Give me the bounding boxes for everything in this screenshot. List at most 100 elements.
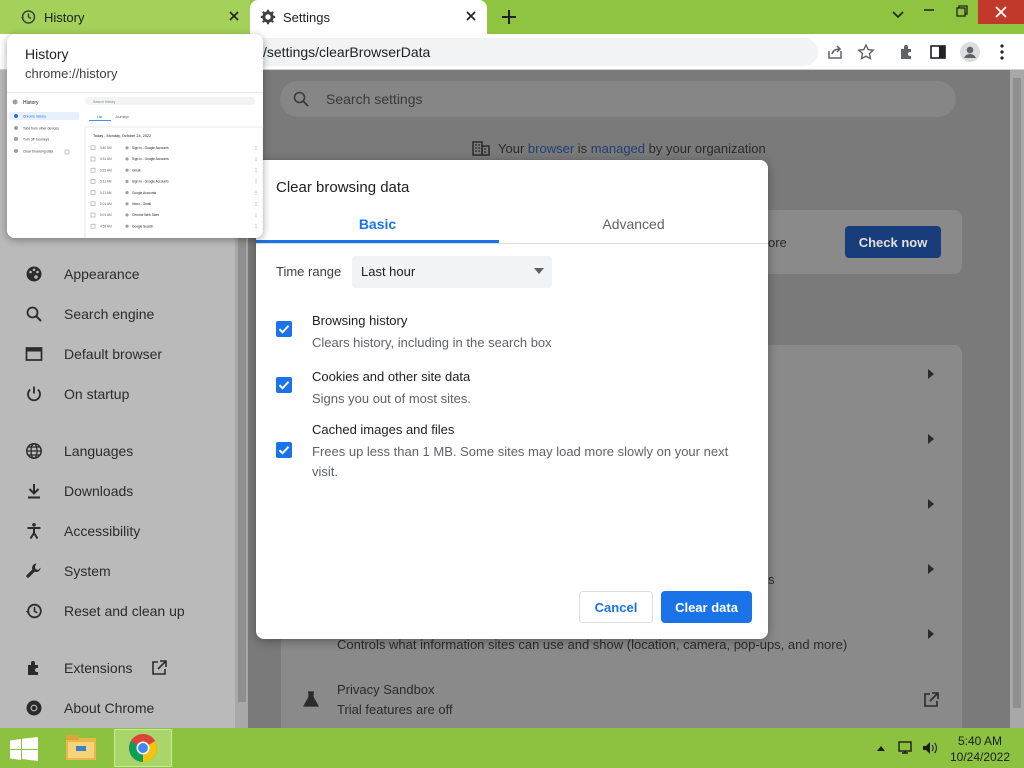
thumb-heading: History [23,100,39,106]
thumb-tab: List [97,115,102,119]
close-tab-icon[interactable] [465,10,477,22]
time-range-select[interactable]: Last hour [352,256,552,288]
cookies-checkbox[interactable] [276,377,292,393]
sidebar-item-label: Extensions [64,660,133,676]
clock-time[interactable]: 5:40 AM [952,734,1008,748]
sidebar-item-label: Downloads [64,483,134,499]
open-external-icon[interactable] [922,691,940,709]
chevron-right-icon[interactable] [928,629,934,639]
thumb-row-title: Inbox - Gmail [132,202,151,206]
sidebar-item-reset-and-clean-up[interactable]: Reset and clean up [0,591,248,631]
system-tray [874,740,940,756]
sidebar-item-extensions[interactable]: Extensions [0,648,248,688]
sidebar-item-label: On startup [64,386,130,402]
palette-icon [25,265,43,283]
safety-check-text: ore [768,235,787,250]
thumb-row-time: 5:11 AM [100,180,112,184]
sidebar-item-about-chrome[interactable]: About Chrome [0,688,248,728]
sidebar-item-label: Languages [64,443,134,459]
section-text: s [768,572,775,587]
privacy-sandbox-description: Trial features are off [337,702,453,717]
thumb-row-time: 5:21 AM [100,168,112,172]
new-tab-icon[interactable] [500,8,518,26]
sidebar-item-search-engine[interactable]: Search engine [0,294,248,334]
managed-text: Your [498,140,525,156]
cached-images-checkbox[interactable] [276,442,292,458]
sidebar-item-label: System [64,563,111,579]
side-panel-icon[interactable] [929,43,947,61]
history-icon [20,9,36,25]
sidebar-item-label: Accessibility [64,523,141,539]
chrome-taskbar-button[interactable] [114,729,172,767]
chevron-right-icon[interactable] [928,369,934,379]
sidebar-item-languages[interactable]: Languages [0,431,248,471]
tab-advanced[interactable]: Advanced [499,204,768,244]
chevron-right-icon[interactable] [928,434,934,444]
thumb-nav-item: Clear browsing data [23,150,53,154]
browsing-history-checkbox[interactable] [276,321,292,337]
bookmark-star-icon[interactable] [857,43,875,61]
sidebar-item-label: Search engine [64,306,155,322]
sidebar-item-accessibility[interactable]: Accessibility [0,511,248,551]
building-icon [472,140,490,156]
thumb-row-title: Google Search [132,224,153,228]
divider [256,243,768,244]
main-scrollbar-thumb[interactable] [1013,78,1021,708]
thumb-search: Search history [93,100,116,104]
windows-start-icon[interactable] [10,737,38,761]
thumb-row-time: 4:55 AM [100,224,112,228]
managed-link[interactable]: managed [591,141,645,156]
thumb-row-title: Google Accounts [132,191,157,195]
close-tab-icon[interactable] [228,10,240,22]
check-now-button[interactable]: Check now [845,226,941,258]
chevron-right-icon[interactable] [928,499,934,509]
sidebar-item-on-startup[interactable]: On startup [0,374,248,414]
share-icon[interactable] [826,43,844,61]
search-icon [292,90,310,108]
thumb-row-title: Sign in - Google Accounts [132,157,169,161]
clock-date[interactable]: 10/24/2022 [946,750,1014,764]
tab-history[interactable]: History [0,0,250,34]
sidebar-item-label: Reset and clean up [64,603,185,619]
sidebar-item-downloads[interactable]: Downloads [0,471,248,511]
sidebar-item-appearance[interactable]: Appearance [0,254,248,294]
thumb-row-title: Gmail [132,168,141,172]
option-title: Browsing history [312,313,408,328]
globe-icon [25,442,43,460]
restore-icon[interactable] [955,4,969,32]
tab-settings[interactable]: Settings [250,0,487,34]
page-thumbnail: History Search history Chrome history Ta… [7,92,263,238]
thumb-tab: Journeys [115,115,129,119]
option-description: Signs you out of most sites. [312,391,471,406]
settings-search-placeholder: Search settings [326,91,423,107]
address-text[interactable]: /settings/clearBrowserData [263,44,430,60]
thumb-row-title: Sign in - Google Accounts [132,180,169,184]
chevron-right-icon[interactable] [928,564,934,574]
thumb-row-title: Sign in - Google Accounts [132,146,169,150]
minimize-icon[interactable] [922,2,936,30]
browser-link[interactable]: browser [528,141,574,156]
sidebar-item-system[interactable]: System [0,551,248,591]
tab-hover-card: History chrome://history History Search … [7,34,263,238]
profile-avatar-icon[interactable] [960,42,980,62]
sidebar-item-default-browser[interactable]: Default browser [0,334,248,374]
site-settings-description: Controls what information sites can use … [337,637,848,652]
open-external-icon [150,659,168,677]
sidebar-item-label: Appearance [64,266,140,282]
cancel-button[interactable]: Cancel [579,591,653,623]
thumb-date: Today - Monday, October 24, 2022 [93,134,151,138]
managed-text: is [577,140,588,156]
download-icon [25,482,43,500]
close-icon [994,5,1008,19]
chrome-icon [128,733,158,763]
tab-label: Settings [283,10,330,25]
privacy-sandbox-title[interactable]: Privacy Sandbox [337,682,435,697]
sidebar-item-label: About Chrome [64,700,155,716]
window-close-button[interactable] [978,0,1024,24]
clear-data-button[interactable]: Clear data [661,591,752,623]
extensions-icon[interactable] [898,43,916,61]
menu-dots-icon[interactable] [996,43,1008,61]
tab-basic[interactable]: Basic [256,204,499,244]
windows-taskbar [0,728,1024,768]
file-explorer-icon[interactable] [62,732,100,764]
